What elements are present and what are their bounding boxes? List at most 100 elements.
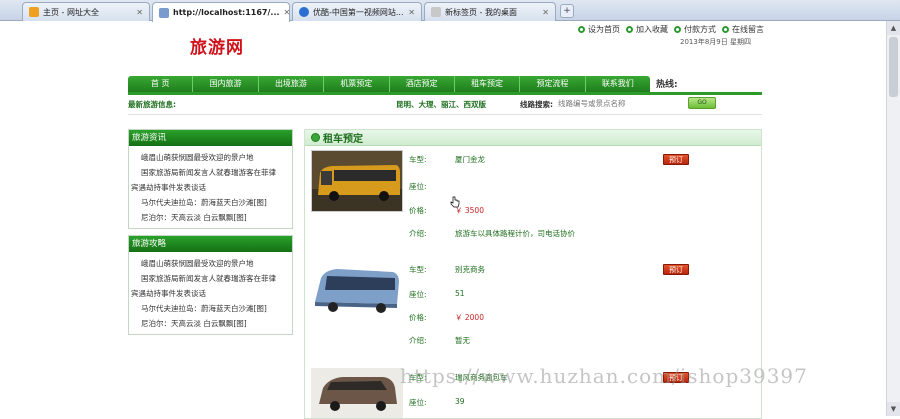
- bullet-icon: [722, 26, 729, 33]
- bus-image-icon: [312, 151, 402, 211]
- payment-link[interactable]: 付款方式: [674, 24, 716, 35]
- hotline-label: 热线:: [656, 80, 678, 90]
- latest-info-label: 最新旅游信息:: [128, 100, 176, 109]
- hand-cursor-icon: [450, 196, 460, 208]
- panel-title: 租车预定: [323, 134, 363, 145]
- divider: [128, 114, 762, 115]
- browser-tab-home[interactable]: 主页 - 网址大全 ✕: [22, 2, 150, 21]
- close-tab-icon[interactable]: ✕: [284, 8, 289, 17]
- guide-box: 旅游攻略 峨眉山萌获悯圆最受欢迎的景户地 国家旅游局新闻发言人就春瑞游客在菲律 …: [128, 235, 293, 335]
- nav-item-contact[interactable]: 联系我们: [586, 76, 650, 92]
- guestbook-link[interactable]: 在线留言: [722, 24, 764, 35]
- news-item[interactable]: 国家旅游局新闻发言人就春瑞游客在菲律: [131, 165, 290, 180]
- van-image-icon: [311, 368, 403, 418]
- car-intro: 旅游车以具体路程计价，司电话协价: [455, 229, 575, 238]
- link-label: 设为首页: [588, 25, 620, 34]
- link-label: 在线留言: [732, 25, 764, 34]
- nav-item-outbound[interactable]: 出境旅游: [259, 76, 325, 92]
- tab-title: http://localhost:1167/...: [173, 8, 280, 17]
- close-tab-icon[interactable]: ✕: [542, 8, 549, 17]
- site-logo[interactable]: 旅游网: [190, 33, 244, 58]
- model-label: 车型:: [409, 155, 427, 164]
- news-item-continued[interactable]: 宾遇劫持事件发表谈话: [131, 180, 290, 195]
- vertical-scrollbar[interactable]: ▲ ▼: [886, 21, 900, 416]
- guide-item[interactable]: 马尔代夫迪拉岛：蔚海蓝天白沙滩[图]: [131, 301, 290, 316]
- panel-header: 租车预定: [305, 130, 761, 146]
- close-tab-icon[interactable]: ✕: [408, 8, 415, 17]
- seats-label: 座位:: [409, 290, 427, 299]
- bullet-icon: [674, 26, 681, 33]
- news-item[interactable]: 尼泊尔：天高云淡 白云飘飘[图]: [131, 210, 290, 225]
- nav-item-flights[interactable]: 机票预定: [324, 76, 390, 92]
- play-favicon-icon: [299, 7, 309, 17]
- page: 旅游网 设为首页 加入收藏 付款方式 在线留言 2013年8月9日 星期四 首 …: [0, 21, 886, 419]
- scroll-down-icon[interactable]: ▼: [887, 402, 900, 416]
- search-go-button[interactable]: GO: [688, 97, 716, 109]
- car-price: ￥ 2000: [455, 313, 484, 322]
- car-seats-row: 座位: 39: [409, 397, 465, 408]
- model-label: 车型:: [409, 265, 427, 274]
- add-favorite-link[interactable]: 加入收藏: [626, 24, 668, 35]
- blank-favicon-icon: [431, 7, 441, 17]
- news-item[interactable]: 马尔代夫迪拉岛：蔚海蓝天白沙滩[图]: [131, 195, 290, 210]
- close-tab-icon[interactable]: ✕: [136, 8, 143, 17]
- page-favicon-icon: [159, 7, 169, 18]
- guide-item-continued[interactable]: 宾遇劫持事件发表谈话: [131, 286, 290, 301]
- route-search-input[interactable]: [558, 97, 668, 109]
- car-model: 厦门金龙: [455, 155, 485, 164]
- nav-item-car-rental[interactable]: 租车预定: [455, 76, 521, 92]
- guide-item[interactable]: 国家旅游局新闻发言人就春瑞游客在菲律: [131, 271, 290, 286]
- scroll-up-icon[interactable]: ▲: [887, 21, 900, 35]
- main-nav: 首 页 国内旅游 出境旅游 机票预定 酒店预定 租车预定 预定流程 联系我们: [128, 76, 650, 92]
- car-photo-bus-yellow[interactable]: [311, 150, 403, 212]
- destinations-link[interactable]: 昆明、大理、丽江、西双版: [396, 99, 486, 110]
- car-seats: 39: [455, 397, 465, 406]
- browser-tab-newtab[interactable]: 新标签页 - 我的桌面 ✕: [424, 2, 556, 21]
- car-seats-row: 座位:: [409, 181, 455, 192]
- car-intro-row: 介绍: 暂无: [409, 335, 470, 346]
- car-intro-row: 介绍: 旅游车以具体路程计价，司电话协价: [409, 228, 575, 239]
- coach-image-icon: [311, 260, 403, 322]
- bullet-icon: [578, 26, 585, 33]
- price-label: 价格:: [409, 313, 427, 322]
- route-search-label: 线路搜索:: [520, 100, 553, 109]
- car-listing: 车型: 厦门金龙 预订 座位: 价格: ￥ 3500 介绍: 旅游车以具体路程计…: [311, 150, 757, 260]
- sub-nav: 最新旅游信息: 昆明、大理、丽江、西双版 线路搜索: GO: [128, 97, 762, 111]
- car-price-row: 价格: ￥ 3500: [409, 205, 484, 216]
- intro-label: 介绍:: [409, 336, 427, 345]
- section-bullet-icon: [311, 133, 320, 142]
- guide-box-title: 旅游攻略: [129, 236, 292, 252]
- book-button[interactable]: 预订: [663, 264, 689, 275]
- news-box-title: 旅游资讯: [129, 130, 292, 146]
- seats-label: 座位:: [409, 398, 427, 407]
- browser-tab-bar: 主页 - 网址大全 ✕ http://localhost:1167/... ✕ …: [0, 0, 900, 22]
- new-tab-button[interactable]: +: [560, 4, 574, 18]
- nav-item-domestic[interactable]: 国内旅游: [193, 76, 259, 92]
- nav-underline: [128, 92, 762, 95]
- car-seats-row: 座位: 51: [409, 289, 465, 300]
- guide-item[interactable]: 峨眉山萌获悯圆最受欢迎的景户地: [131, 256, 290, 271]
- link-label: 加入收藏: [636, 25, 668, 34]
- nav-item-process[interactable]: 预定流程: [520, 76, 586, 92]
- watermark-text: https://www.huzhan.com/ishop39397: [400, 364, 808, 388]
- book-button[interactable]: 预订: [663, 154, 689, 165]
- car-price-row: 价格: ￥ 2000: [409, 312, 484, 323]
- set-homepage-link[interactable]: 设为首页: [578, 24, 620, 35]
- top-links: 设为首页 加入收藏 付款方式 在线留言: [578, 24, 764, 35]
- car-model: 别克商务: [455, 265, 485, 274]
- car-photo-van[interactable]: [311, 368, 403, 418]
- guide-item[interactable]: 尼泊尔：天高云淡 白云飘飘[图]: [131, 316, 290, 331]
- browser-tab-localhost[interactable]: http://localhost:1167/... ✕: [152, 2, 290, 22]
- seats-label: 座位:: [409, 182, 427, 191]
- home-favicon-icon: [29, 7, 39, 17]
- browser-tab-youku[interactable]: 优酷-中国第一视频网站... ✕: [292, 2, 422, 21]
- nav-item-home[interactable]: 首 页: [128, 76, 194, 92]
- car-photo-bus-blue[interactable]: [311, 260, 403, 322]
- scroll-thumb[interactable]: [889, 37, 898, 97]
- car-model-row: 车型: 别克商务: [409, 264, 485, 275]
- car-seats: 51: [455, 289, 465, 298]
- news-item[interactable]: 峨眉山萌获悯圆最受欢迎的景户地: [131, 150, 290, 165]
- nav-item-hotels[interactable]: 酒店预定: [390, 76, 455, 92]
- tab-title: 优酷-中国第一视频网站...: [313, 7, 404, 17]
- price-label: 价格:: [409, 206, 427, 215]
